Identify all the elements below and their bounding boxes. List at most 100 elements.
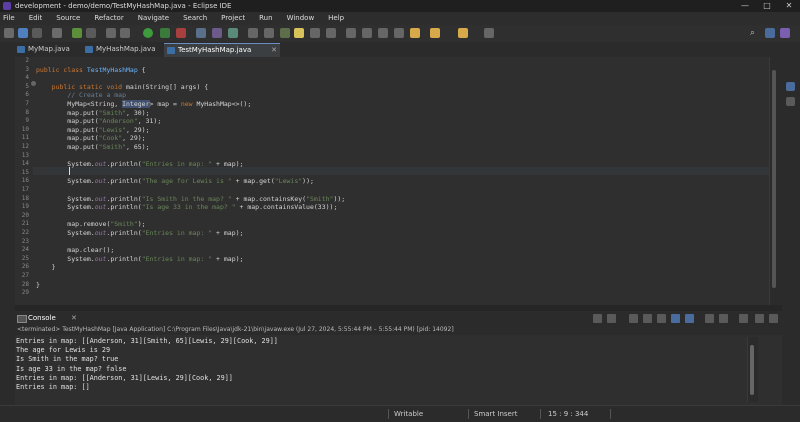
search-icon[interactable] <box>264 28 274 38</box>
open-type-icon[interactable] <box>248 28 258 38</box>
external-tools-icon[interactable] <box>176 28 186 38</box>
new-java-project-icon[interactable] <box>196 28 206 38</box>
menu-source[interactable]: Source <box>56 12 80 25</box>
minimize-button[interactable]: — <box>734 0 756 12</box>
menu-edit[interactable]: Edit <box>29 12 43 25</box>
code-line[interactable]: System.out.println("Entries in map: " + … <box>36 160 243 168</box>
console-line: Is Smith in the map? true <box>16 355 119 364</box>
launch-info-text: <terminated> TestMyHashMap [Java Applica… <box>17 326 454 333</box>
outline-view-icon[interactable] <box>786 82 795 91</box>
console-line: Entries in map: [] <box>16 383 90 391</box>
terminal-icon[interactable] <box>52 28 62 38</box>
console-output[interactable] <box>15 335 782 405</box>
last-edit-icon[interactable] <box>410 28 420 38</box>
back-icon[interactable] <box>430 28 440 38</box>
code-line[interactable]: System.out.println("Is age 33 in the map… <box>36 203 337 211</box>
code-line[interactable]: public static void main(String[] args) { <box>36 83 209 91</box>
magnifier-icon[interactable]: ⌕ <box>750 28 755 38</box>
format-icon[interactable] <box>362 28 372 38</box>
menu-navigate[interactable]: Navigate <box>138 12 169 25</box>
maximize-button[interactable]: □ <box>756 0 778 12</box>
code-line[interactable]: // Create a map <box>36 91 126 99</box>
close-window-button[interactable]: ✕ <box>778 0 800 12</box>
code-line[interactable]: System.out.println("Entries in map: " + … <box>36 229 243 237</box>
remove-launch-icon[interactable] <box>593 314 602 323</box>
save-icon[interactable] <box>18 28 28 38</box>
previous-annotation-icon[interactable] <box>394 28 404 38</box>
new-package-icon[interactable] <box>212 28 222 38</box>
code-line[interactable]: } <box>36 263 56 271</box>
code-line[interactable]: public class TestMyHashMap { <box>36 66 146 74</box>
new-icon[interactable] <box>4 28 14 38</box>
code-line[interactable]: map.put("Smith", 65); <box>36 143 149 151</box>
line-number: 28 <box>21 280 29 288</box>
menu-run[interactable]: Run <box>259 12 272 25</box>
code-line[interactable]: map.put("Anderson", 31); <box>36 117 161 125</box>
close-console-icon[interactable]: ✕ <box>71 312 77 324</box>
step-over-icon[interactable] <box>120 28 130 38</box>
cursor-position-status[interactable]: 15 : 9 : 344 <box>548 406 588 422</box>
minimize-panel-icon[interactable] <box>755 314 764 323</box>
menu-window[interactable]: Window <box>287 12 315 25</box>
perspective-icon[interactable] <box>765 28 775 38</box>
show-whitespace-icon[interactable] <box>346 28 356 38</box>
scroll-lock-icon[interactable] <box>643 314 652 323</box>
code-line[interactable]: System.out.println("The age for Lewis is… <box>36 177 314 185</box>
code-line[interactable]: map.clear(); <box>36 246 114 254</box>
console-tab[interactable]: Console <box>17 312 56 324</box>
code-line[interactable]: MyMap<String, Integer> map = new MyHashM… <box>36 100 251 108</box>
right-trim-strip <box>782 57 800 305</box>
menu-file[interactable]: File <box>3 12 15 25</box>
run-dropdown-icon[interactable] <box>160 28 170 38</box>
code-line[interactable]: map.put("Lewis", 29); <box>36 126 149 134</box>
menu-search[interactable]: Search <box>183 12 207 25</box>
tab-testmyhashmap[interactable]: TestMyHashMap.java ✕ <box>164 43 280 57</box>
tab-myhashmap[interactable]: MyHashMap.java <box>82 43 176 56</box>
step-icon[interactable] <box>106 28 116 38</box>
editor-scrollbar[interactable] <box>772 70 776 288</box>
debug-icon[interactable] <box>72 28 82 38</box>
block-selection-icon[interactable] <box>310 28 320 38</box>
console-scrollbar[interactable] <box>750 345 754 395</box>
code-line[interactable]: map.put("Cook", 29); <box>36 134 145 142</box>
line-number: 18 <box>21 194 29 202</box>
next-annotation-icon[interactable] <box>378 28 388 38</box>
code-line[interactable]: map.put("Smith", 30); <box>36 109 149 117</box>
maximize-panel-icon[interactable] <box>769 314 778 323</box>
fold-marker-icon[interactable] <box>31 81 36 86</box>
highlight-icon[interactable] <box>294 28 304 38</box>
code-line[interactable]: System.out.println("Entries in map: " + … <box>36 255 243 263</box>
insert-mode-status[interactable]: Smart Insert <box>474 406 517 422</box>
code-line[interactable]: System.out.println("Is Smith in the map?… <box>36 195 345 203</box>
show-stderr-icon[interactable] <box>685 314 694 323</box>
run-icon[interactable] <box>143 28 153 38</box>
line-number: 9 <box>25 117 29 125</box>
word-wrap-console-icon[interactable] <box>657 314 666 323</box>
java-file-icon <box>167 47 175 54</box>
show-stdout-icon[interactable] <box>671 314 680 323</box>
menu-project[interactable]: Project <box>221 12 245 25</box>
menu-refactor[interactable]: Refactor <box>94 12 123 25</box>
java-perspective-icon[interactable] <box>780 28 790 38</box>
remove-all-terminated-icon[interactable] <box>607 314 616 323</box>
line-number: 12 <box>21 143 29 150</box>
clear-console-icon[interactable] <box>629 314 638 323</box>
save-all-icon[interactable] <box>32 28 42 38</box>
skip-breakpoints-icon[interactable] <box>86 28 96 38</box>
pin-editor-icon[interactable] <box>484 28 494 38</box>
code-line[interactable]: map.remove("Smith"); <box>36 220 145 228</box>
display-console-icon[interactable] <box>719 314 728 323</box>
menu-help[interactable]: Help <box>328 12 344 25</box>
console-tab-label: Console <box>28 314 56 322</box>
close-tab-icon[interactable]: ✕ <box>271 44 277 57</box>
pin-console-icon[interactable] <box>705 314 714 323</box>
word-wrap-icon[interactable] <box>326 28 336 38</box>
line-number: 13 <box>21 151 29 159</box>
forward-icon[interactable] <box>458 28 468 38</box>
open-console-icon[interactable] <box>739 314 748 323</box>
task-list-icon[interactable] <box>786 97 795 106</box>
toggle-mark-icon[interactable] <box>280 28 290 38</box>
code-line[interactable]: } <box>36 281 40 289</box>
new-class-icon[interactable] <box>228 28 238 38</box>
line-number: 4 <box>25 74 29 82</box>
